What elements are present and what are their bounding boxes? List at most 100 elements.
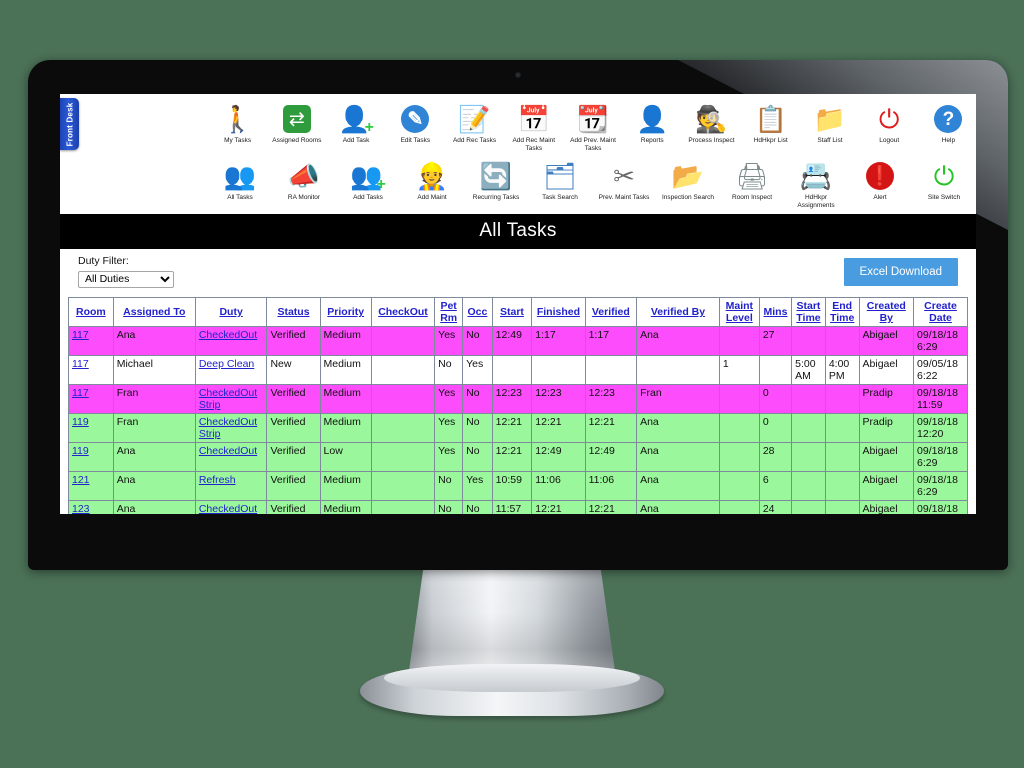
column-header-pet-rm[interactable]: Pet Rm: [434, 297, 464, 327]
toolbar-button-hdhkpr-list[interactable]: 📋 HdHkpr List: [743, 100, 798, 153]
toolbar-button-process-inspect[interactable]: 🕵 Process Inspect: [684, 100, 739, 153]
column-header-link[interactable]: End Time: [830, 300, 854, 324]
cell-room[interactable]: 117: [68, 384, 114, 414]
table-row[interactable]: 117 Michael Deep Clean New Medium No Yes 1 5:00 …: [68, 355, 968, 385]
cell-room[interactable]: 119: [68, 413, 114, 443]
cell-room[interactable]: 121: [68, 471, 114, 501]
cell-duty[interactable]: CheckedOut: [194, 326, 268, 356]
column-header-end-time[interactable]: End Time: [824, 297, 860, 327]
table-row[interactable]: 119 Fran CheckedOut Strip Verified Medium Yes…: [68, 413, 968, 443]
column-header-link[interactable]: Start Time: [796, 300, 820, 324]
column-header-occ[interactable]: Occ: [462, 297, 493, 327]
toolbar-button-add-task[interactable]: 👤 + Add Task: [328, 100, 383, 153]
column-header-link[interactable]: Start: [500, 306, 524, 318]
cell-link-duty[interactable]: CheckedOut: [199, 503, 257, 514]
duty-filter-select[interactable]: All Duties: [78, 270, 174, 288]
cell-link-room[interactable]: 123: [72, 503, 90, 514]
column-header-link[interactable]: Verified: [592, 306, 630, 318]
cell-room[interactable]: 123: [68, 500, 114, 514]
cell-duty[interactable]: CheckedOut Strip: [194, 384, 268, 414]
toolbar-button-site-switch[interactable]: ⏻ Site Switch: [914, 157, 974, 210]
table-row[interactable]: 121 Ana Refresh Verified Medium No Yes 10:59 11:…: [68, 471, 968, 501]
table-row[interactable]: 117 Fran CheckedOut Strip Verified Medium Yes…: [68, 384, 968, 414]
cell-duty[interactable]: Deep Clean: [194, 355, 268, 385]
column-header-link[interactable]: Verified By: [651, 306, 705, 318]
column-header-link[interactable]: Occ: [467, 306, 487, 318]
toolbar-button-add-rec-maint-tasks[interactable]: 📅 Add Rec Maint Tasks: [506, 100, 561, 153]
column-header-link[interactable]: Mins: [764, 306, 788, 318]
column-header-link[interactable]: Create Date: [924, 300, 957, 324]
toolbar-button-assigned-rooms[interactable]: ⇄ Assigned Rooms: [269, 100, 324, 153]
column-header-link[interactable]: Created By: [867, 300, 906, 324]
column-header-link[interactable]: CheckOut: [378, 306, 428, 318]
column-header-start[interactable]: Start: [491, 297, 533, 327]
cell-link-room[interactable]: 117: [72, 387, 89, 399]
column-header-maint-level[interactable]: Maint Level: [718, 297, 760, 327]
toolbar-button-add-prev-maint-tasks[interactable]: 📆 Add Prev. Maint Tasks: [565, 100, 620, 153]
column-header-create-date[interactable]: Create Date: [913, 297, 968, 327]
cell-duty[interactable]: CheckedOut: [194, 442, 268, 472]
toolbar-button-alert[interactable]: ❗ Alert: [850, 157, 910, 210]
toolbar-button-reports[interactable]: 👤 Reports: [625, 100, 680, 153]
toolbar-button-help[interactable]: ? Help: [921, 100, 976, 153]
column-header-link[interactable]: Duty: [219, 306, 242, 318]
cell-link-duty[interactable]: CheckedOut Strip: [199, 416, 257, 440]
cell-link-duty[interactable]: Deep Clean: [199, 358, 254, 370]
table-row[interactable]: 117 Ana CheckedOut Verified Medium Yes No 12:49…: [68, 326, 968, 356]
column-header-link[interactable]: Maint Level: [726, 300, 753, 324]
toolbar-button-staff-list[interactable]: 📁 Staff List: [802, 100, 857, 153]
toolbar-button-inspection-search[interactable]: 📂 Inspection Search: [658, 157, 718, 210]
column-header-room[interactable]: Room: [68, 297, 114, 327]
toolbar-button-ra-monitor[interactable]: 📣 RA Monitor: [274, 157, 334, 210]
toolbar-button-edit-tasks[interactable]: ✎ Edit Tasks: [388, 100, 443, 153]
excel-download-button[interactable]: Excel Download: [843, 258, 958, 286]
column-header-link[interactable]: Assigned To: [123, 306, 185, 318]
cell-link-room[interactable]: 119: [72, 445, 89, 457]
column-header-priority[interactable]: Priority: [319, 297, 372, 327]
table-row[interactable]: 119 Ana CheckedOut Verified Low Yes No 12:21 12:…: [68, 442, 968, 472]
cell-link-duty[interactable]: CheckedOut Strip: [199, 387, 257, 411]
toolbar-button-logout[interactable]: ⏻ Logout: [862, 100, 917, 153]
cell-link-room[interactable]: 121: [72, 474, 90, 486]
column-header-start-time[interactable]: Start Time: [791, 297, 826, 327]
toolbar-button-hdhkpr-assignments[interactable]: 📇 HdHkpr Assignments: [786, 157, 846, 210]
cell-duty[interactable]: CheckedOut: [194, 500, 268, 514]
cell-link-duty[interactable]: Refresh: [199, 474, 236, 486]
cell-duty[interactable]: Refresh: [194, 471, 268, 501]
column-header-status[interactable]: Status: [266, 297, 321, 327]
column-header-mins[interactable]: Mins: [758, 297, 793, 327]
column-header-link[interactable]: Status: [277, 306, 309, 318]
cell-verified-by: Ana: [636, 442, 720, 472]
cell-link-duty[interactable]: CheckedOut: [199, 445, 257, 457]
cell-link-room[interactable]: 117: [72, 329, 89, 341]
column-header-link[interactable]: Room: [76, 306, 106, 318]
front-desk-tab[interactable]: Front Desk: [60, 98, 79, 150]
column-header-assigned-to[interactable]: Assigned To: [112, 297, 196, 327]
column-header-verified-by[interactable]: Verified By: [636, 297, 720, 327]
toolbar-button-recurring-tasks[interactable]: 🔄 Recurring Tasks: [466, 157, 526, 210]
toolbar-button-add-tasks[interactable]: 👥 + Add Tasks: [338, 157, 398, 210]
toolbar-button-room-inspect[interactable]: 🖨 Room Inspect: [722, 157, 782, 210]
column-header-link[interactable]: Priority: [327, 306, 364, 318]
toolbar-button-my-tasks[interactable]: 🚶 My Tasks: [210, 100, 265, 153]
column-header-link[interactable]: Finished: [537, 306, 580, 318]
column-header-link[interactable]: Pet Rm: [440, 300, 457, 324]
cell-room[interactable]: 117: [68, 355, 114, 385]
toolbar-button-add-rec-tasks[interactable]: 📝 Add Rec Tasks: [447, 100, 502, 153]
cell-room[interactable]: 117: [68, 326, 114, 356]
toolbar-button-prev-maint-tasks[interactable]: ✂ Prev. Maint Tasks: [594, 157, 654, 210]
toolbar-button-all-tasks[interactable]: 👥 All Tasks: [210, 157, 270, 210]
column-header-created-by[interactable]: Created By: [858, 297, 915, 327]
column-header-duty[interactable]: Duty: [194, 297, 268, 327]
cell-link-duty[interactable]: CheckedOut: [199, 329, 257, 341]
toolbar-button-add-maint[interactable]: 👷 Add Maint: [402, 157, 462, 210]
cell-link-room[interactable]: 117: [72, 358, 89, 370]
column-header-finished[interactable]: Finished: [531, 297, 586, 327]
cell-duty[interactable]: CheckedOut Strip: [194, 413, 268, 443]
column-header-verified[interactable]: Verified: [584, 297, 638, 327]
cell-link-room[interactable]: 119: [72, 416, 89, 428]
column-header-checkout[interactable]: CheckOut: [370, 297, 436, 327]
cell-room[interactable]: 119: [68, 442, 114, 472]
table-row[interactable]: 123 Ana CheckedOut Verified Medium No No 11:57 1…: [68, 500, 968, 514]
toolbar-button-task-search[interactable]: 🗂 Task Search: [530, 157, 590, 210]
